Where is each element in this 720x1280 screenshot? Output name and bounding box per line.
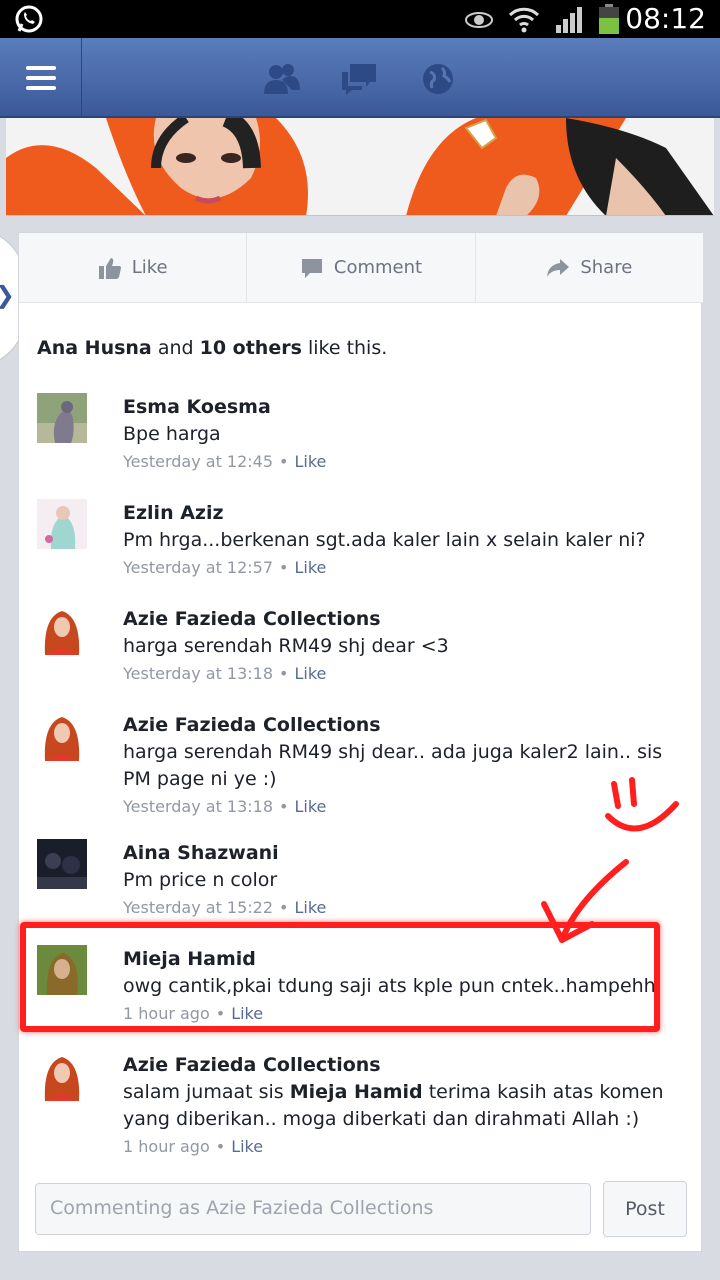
comment-button[interactable]: Comment	[246, 233, 475, 302]
avatar[interactable]	[37, 605, 87, 655]
comment-like-link[interactable]: Like	[231, 1137, 263, 1156]
eye-icon	[465, 12, 493, 28]
signal-icon	[556, 7, 582, 33]
comment-time[interactable]: Yesterday at 12:57	[123, 558, 273, 577]
comment-author[interactable]: Azie Fazieda Collections	[123, 1051, 683, 1079]
post-photo[interactable]	[6, 118, 714, 216]
like-button-label: Like	[131, 257, 168, 278]
like-button[interactable]: Like	[19, 233, 247, 302]
thumbs-up-icon	[98, 257, 121, 279]
friend-requests-icon[interactable]	[262, 62, 302, 96]
likes-suffix: like this.	[307, 337, 388, 359]
mention-link[interactable]: Mieja Hamid	[290, 1081, 423, 1103]
avatar[interactable]	[37, 711, 87, 761]
comment-button-label: Comment	[333, 257, 423, 278]
comment-author[interactable]: Azie Fazieda Collections	[123, 605, 683, 633]
app-header	[0, 38, 720, 118]
smiley-arrow-doodle	[541, 777, 679, 943]
comment-like-link[interactable]: Like	[294, 558, 326, 577]
separator-dot: •	[279, 452, 289, 471]
share-button-label: Share	[580, 257, 633, 278]
comment-time[interactable]: Yesterday at 13:18	[123, 797, 273, 816]
comment-input[interactable]: Commenting as Azie Fazieda Collections	[35, 1183, 591, 1235]
separator-dot: •	[279, 797, 289, 816]
comment-icon	[301, 258, 322, 278]
messages-icon[interactable]	[340, 62, 380, 96]
wifi-icon	[508, 7, 540, 33]
comment-like-link[interactable]: Like	[294, 898, 326, 917]
avatar[interactable]	[37, 839, 87, 889]
post-actions: Like Comment Share	[19, 233, 703, 303]
photo-illustration	[6, 118, 714, 215]
post-card: Like Comment Share Ana Husna and 10 othe…	[18, 232, 703, 1252]
avatar[interactable]	[37, 1051, 87, 1101]
hamburger-icon	[25, 66, 56, 90]
comment-text: Bpe harga	[123, 423, 221, 445]
separator-dot: •	[279, 558, 289, 577]
comment-time[interactable]: 1 hour ago	[123, 1137, 210, 1156]
notifications-globe-icon[interactable]	[418, 62, 458, 96]
separator-dot: •	[215, 1137, 226, 1156]
clock: 08:12	[625, 2, 706, 35]
likes-others[interactable]: 10 others	[200, 337, 302, 359]
comment-like-link[interactable]: Like	[294, 664, 326, 683]
comment-author[interactable]: Esma Koesma	[123, 393, 683, 421]
separator-dot: •	[279, 898, 289, 917]
comment-time[interactable]: Yesterday at 12:45	[123, 452, 273, 471]
avatar[interactable]	[37, 393, 87, 443]
chevron-right-icon: ❯	[0, 281, 15, 309]
separator-dot: •	[279, 664, 289, 683]
comment-author[interactable]: Ezlin Aziz	[123, 499, 683, 527]
comment-like-link[interactable]: Like	[294, 452, 326, 471]
comment-time[interactable]: Yesterday at 15:22	[123, 898, 273, 917]
comment-text: harga serendah RM49 shj dear <3	[123, 635, 449, 657]
comment-time[interactable]: Yesterday at 13:18	[123, 664, 273, 683]
comment-text: salam jumaat sis Mieja Hamid terima kasi…	[123, 1079, 683, 1133]
avatar[interactable]	[37, 499, 87, 549]
whatsapp-icon	[15, 5, 43, 33]
post-button[interactable]: Post	[603, 1181, 687, 1237]
likes-and: and	[157, 337, 194, 359]
comment-author[interactable]: Azie Fazieda Collections	[123, 711, 683, 739]
share-button[interactable]: Share	[474, 233, 703, 302]
comment-text-start: salam jumaat sis	[123, 1081, 284, 1103]
status-bar: 08:12	[0, 0, 720, 38]
comment-like-link[interactable]: Like	[294, 797, 326, 816]
liker-name[interactable]: Ana Husna	[37, 337, 152, 359]
likes-summary[interactable]: Ana Husna and 10 others like this.	[37, 337, 387, 359]
battery-icon	[599, 4, 619, 34]
comment-text: Pm hrga...berkenan sgt.ada kaler lain x …	[123, 529, 646, 551]
share-icon	[547, 258, 570, 277]
menu-button[interactable]	[0, 38, 82, 118]
